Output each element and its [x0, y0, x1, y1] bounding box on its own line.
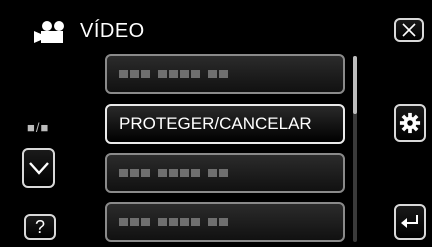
- menu-item[interactable]: [105, 202, 345, 242]
- obscured-label: [119, 169, 228, 177]
- menu-item[interactable]: [105, 153, 345, 193]
- settings-button[interactable]: [394, 104, 426, 142]
- page-title: VÍDEO: [80, 20, 145, 42]
- gear-icon: [399, 112, 421, 134]
- obscured-label: [119, 218, 228, 226]
- scroll-down-button[interactable]: [22, 148, 55, 188]
- menu-item-proteger-cancelar[interactable]: PROTEGER/CANCELAR: [105, 104, 345, 144]
- return-arrow-icon: [401, 215, 418, 228]
- help-button[interactable]: ?: [24, 214, 56, 240]
- chevron-down-icon: [28, 162, 49, 175]
- help-label: ?: [34, 216, 45, 237]
- close-button[interactable]: [394, 18, 424, 42]
- movie-camera-icon: [34, 21, 64, 43]
- back-button[interactable]: [394, 204, 426, 240]
- page-indicator: ■/■: [27, 120, 50, 135]
- camera-menu-screen: VÍDEO PROTEGER/CANCELAR ■/■ ?: [0, 0, 432, 247]
- close-icon: [402, 23, 416, 37]
- obscured-label: [119, 70, 228, 78]
- menu-item[interactable]: [105, 54, 345, 94]
- scrollbar-thumb[interactable]: [353, 56, 357, 114]
- menu-item-label: PROTEGER/CANCELAR: [119, 114, 312, 133]
